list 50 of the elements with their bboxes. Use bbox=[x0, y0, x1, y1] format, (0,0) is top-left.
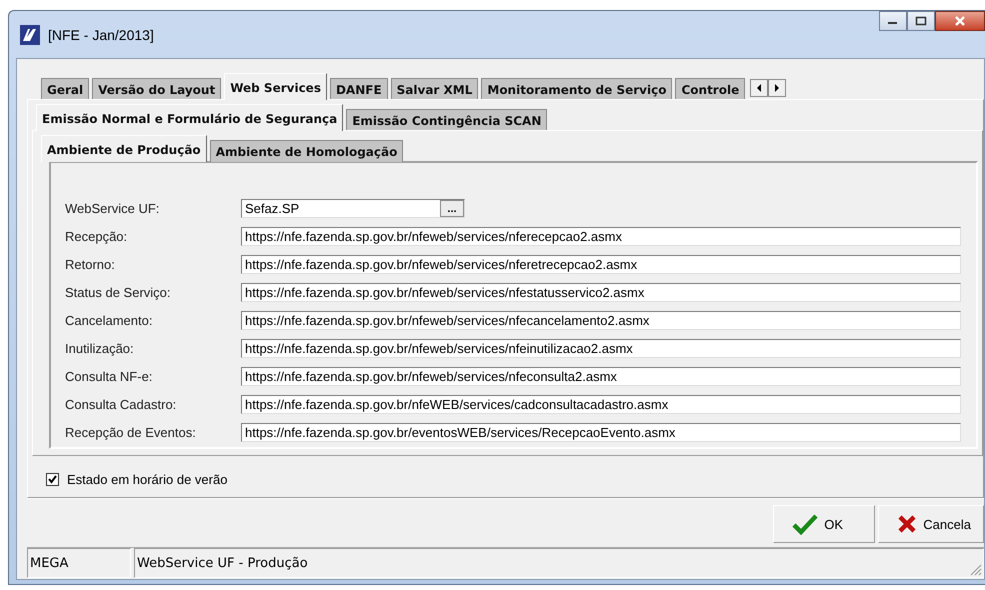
scroll-left-button[interactable] bbox=[750, 79, 768, 97]
checkbox[interactable] bbox=[46, 473, 59, 486]
ok-button[interactable]: OK bbox=[773, 505, 876, 543]
cancel-button[interactable]: Cancela bbox=[878, 505, 984, 543]
url-field[interactable]: https://nfe.fazenda.sp.gov.br/nfeweb/services/nfeconsulta2.asmx bbox=[241, 367, 961, 386]
url-field[interactable]: https://nfe.fazenda.sp.gov.br/nfeWEB/services/cadconsultacadastro.asmx bbox=[241, 395, 961, 414]
scroll-right-button[interactable] bbox=[768, 79, 786, 97]
maximize-icon bbox=[915, 16, 927, 26]
url-field[interactable]: https://nfe.fazenda.sp.gov.br/nfeweb/services/nfestatusservico2.asmx bbox=[241, 283, 961, 302]
tab[interactable]: Versão do Layout bbox=[92, 78, 222, 100]
close-button[interactable] bbox=[935, 11, 985, 31]
tab[interactable]: Web Services bbox=[224, 73, 327, 100]
url-field[interactable]: https://nfe.fazenda.sp.gov.br/nfeweb/services/nfeinutilizacao2.asmx bbox=[241, 339, 961, 358]
url-field[interactable]: https://nfe.fazenda.sp.gov.br/eventosWEB/services/RecepcaoEvento.asmx bbox=[241, 423, 961, 442]
tab[interactable]: Ambiente de Homologação bbox=[210, 140, 404, 162]
minimize-button[interactable] bbox=[879, 11, 907, 31]
field-label: Retorno: bbox=[65, 257, 116, 272]
tab[interactable]: Salvar XML bbox=[390, 78, 478, 100]
field-label: Consulta NF-e: bbox=[65, 369, 154, 384]
field-label: Inutilização: bbox=[65, 341, 135, 356]
tab[interactable]: Ambiente de Produção bbox=[41, 135, 207, 162]
tab[interactable]: Geral bbox=[41, 78, 90, 100]
field-label: WebService UF: bbox=[65, 201, 160, 216]
status-text: MEGA bbox=[27, 548, 131, 578]
right-arrow-icon bbox=[774, 84, 780, 92]
app-logo-icon bbox=[20, 24, 40, 44]
field-label: Cancelamento: bbox=[65, 313, 154, 328]
field-label: Consulta Cadastro: bbox=[65, 397, 178, 412]
field-label: Recepção: bbox=[65, 229, 128, 244]
tab[interactable]: DANFE bbox=[330, 78, 388, 100]
uf-picker-field[interactable]: Sefaz.SP ... bbox=[241, 199, 465, 218]
url-field[interactable]: https://nfe.fazenda.sp.gov.br/nfeweb/services/nferecepcao2.asmx bbox=[241, 227, 961, 246]
url-field[interactable]: https://nfe.fazenda.sp.gov.br/nfeweb/services/nferetrecepcao2.asmx bbox=[241, 255, 961, 274]
url-field[interactable]: https://nfe.fazenda.sp.gov.br/nfeweb/services/nfecancelamento2.asmx bbox=[241, 311, 961, 330]
resize-grip-icon bbox=[968, 562, 982, 576]
tab[interactable]: Controle bbox=[675, 78, 746, 100]
cross-icon bbox=[897, 514, 918, 534]
field-label: Status de Serviço: bbox=[65, 285, 172, 300]
window-title: [NFE - Jan/2013] bbox=[48, 26, 154, 42]
checkbox-label: Estado em horário de verão bbox=[67, 472, 228, 487]
tab[interactable]: Emissão Normal e Formulário de Segurança bbox=[36, 104, 344, 131]
tab[interactable]: Monitoramento de Serviço bbox=[481, 78, 672, 100]
tab[interactable]: Emissão Contingência SCAN bbox=[346, 109, 548, 131]
checkmark-icon bbox=[792, 513, 818, 535]
left-arrow-icon bbox=[756, 84, 762, 92]
close-icon bbox=[953, 15, 967, 27]
status-text: WebService UF - Produção bbox=[134, 548, 984, 578]
field-label: Recepção de Eventos: bbox=[65, 425, 197, 440]
browse-button[interactable]: ... bbox=[440, 200, 464, 217]
maximize-button[interactable] bbox=[907, 11, 935, 31]
